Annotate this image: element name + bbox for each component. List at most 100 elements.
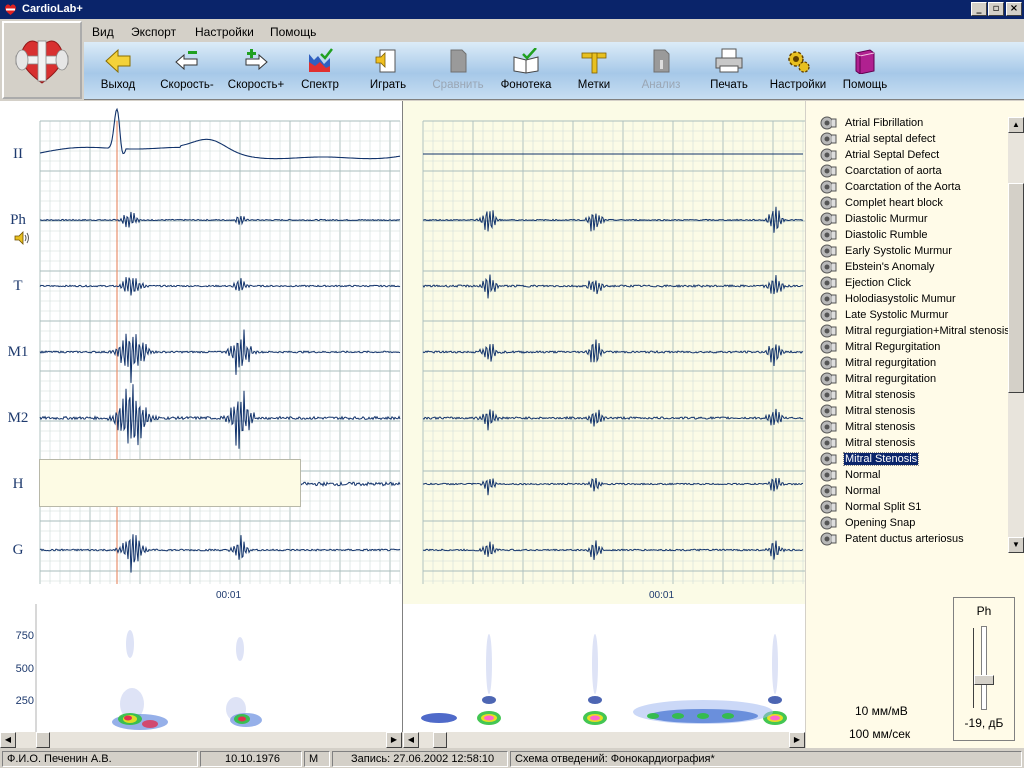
- scroll-right-arrow-2[interactable]: ▶: [789, 732, 805, 748]
- list-item[interactable]: Normal Split S1: [810, 499, 1010, 515]
- lead-label-t: T: [13, 278, 23, 294]
- scroll-left-arrow-2[interactable]: ◀: [403, 732, 419, 748]
- audio-file-icon: [820, 484, 837, 498]
- recordings-list[interactable]: Atrial Fibrillation Atrial septal defect A…: [810, 115, 1010, 553]
- list-item[interactable]: Mitral Regurgitation: [810, 339, 1010, 355]
- menu-settings[interactable]: Настройки: [195, 25, 254, 39]
- list-item[interactable]: Early Systolic Murmur: [810, 243, 1010, 259]
- list-item[interactable]: Opening Snap: [810, 515, 1010, 531]
- list-item[interactable]: Mitral regurgitation: [810, 355, 1010, 371]
- lead-label-ii: II: [13, 146, 23, 162]
- scroll-down-arrow[interactable]: ▼: [1008, 537, 1024, 553]
- list-item[interactable]: Coarctation of aorta: [810, 163, 1010, 179]
- exit-button[interactable]: Выход: [84, 48, 152, 98]
- speed-up-icon: [245, 49, 268, 71]
- minimize-button[interactable]: _: [971, 2, 987, 16]
- scroll-left-arrow[interactable]: ◀: [0, 732, 16, 748]
- scroll-thumb-right[interactable]: [433, 732, 447, 748]
- marks-button[interactable]: Метки: [562, 48, 626, 98]
- heart-logo-icon: [15, 40, 69, 84]
- list-item[interactable]: Holodiasystolic Mumur: [810, 291, 1010, 307]
- ecg-traces-right: [422, 120, 805, 584]
- settings-button[interactable]: Настройки: [762, 48, 834, 98]
- menu-view[interactable]: Вид: [92, 25, 114, 39]
- list-item[interactable]: Mitral stenosis: [810, 387, 1010, 403]
- audio-file-icon: [820, 404, 837, 418]
- close-button[interactable]: ×: [1006, 2, 1022, 16]
- hscroll-right[interactable]: ◀ ▶: [403, 732, 805, 748]
- list-item-label: Diastolic Murmur: [845, 213, 928, 225]
- list-item[interactable]: Atrial Fibrillation: [810, 115, 1010, 131]
- list-item[interactable]: Patent ductus arteriosus: [810, 531, 1010, 547]
- maximize-button[interactable]: ▫: [988, 2, 1004, 16]
- list-item[interactable]: Normal: [810, 467, 1010, 483]
- list-item[interactable]: Coarctation of the Aorta: [810, 179, 1010, 195]
- list-item-label: Mitral regurgiation+Mitral stenosis: [845, 325, 1010, 337]
- list-item[interactable]: Mitral stenosis: [810, 419, 1010, 435]
- audio-file-icon: [820, 276, 837, 290]
- volume-slider-thumb[interactable]: [974, 675, 994, 685]
- print-button[interactable]: Печать: [696, 48, 762, 98]
- list-item[interactable]: Mitral stenosis: [810, 435, 1010, 451]
- audio-file-icon: [820, 228, 837, 242]
- freq-label-250: 250: [15, 695, 34, 707]
- play-button[interactable]: Играть: [350, 48, 426, 98]
- toolbar: Выход Скорость- Скорость+ Спектр Играть: [84, 42, 1024, 100]
- window-title: CardioLab+: [22, 3, 83, 15]
- list-item-label: Diastolic Rumble: [845, 229, 928, 241]
- list-item[interactable]: Mitral regurgitation: [810, 371, 1010, 387]
- exit-arrow-icon: [105, 48, 131, 74]
- spectrum-panel-right[interactable]: [403, 604, 805, 732]
- list-item[interactable]: Diastolic Rumble: [810, 227, 1010, 243]
- list-scrollbar[interactable]: ▲ ▼: [1008, 117, 1024, 553]
- scroll-thumb-left[interactable]: [36, 732, 50, 748]
- list-item-label: Mitral regurgitation: [845, 373, 937, 385]
- list-item[interactable]: Atrial Septal Defect: [810, 147, 1010, 163]
- list-item[interactable]: Late Systolic Murmur: [810, 307, 1010, 323]
- menu-export[interactable]: Экспорт: [131, 25, 176, 39]
- scroll-up-arrow[interactable]: ▲: [1008, 117, 1024, 133]
- help-book-icon: [855, 49, 875, 74]
- audio-file-icon: [820, 372, 837, 386]
- spectral-energy: [697, 713, 709, 719]
- help-button[interactable]: Помощь: [834, 48, 896, 98]
- list-item[interactable]: Complet heart block: [810, 195, 1010, 211]
- analysis-button[interactable]: Анализ: [626, 48, 696, 98]
- ecg-panel-right[interactable]: [403, 101, 805, 604]
- hscroll-left[interactable]: ◀ ▶: [0, 732, 402, 748]
- audio-file-icon: [820, 468, 837, 482]
- speaker-icon[interactable]: [14, 231, 32, 248]
- spectral-energy: [482, 696, 496, 704]
- list-item[interactable]: Normal: [810, 483, 1010, 499]
- list-item[interactable]: Mitral stenosis: [810, 403, 1010, 419]
- audio-file-icon: [820, 164, 837, 178]
- audio-file-icon: [820, 148, 837, 162]
- speed-up-button[interactable]: Скорость+: [222, 48, 290, 98]
- audio-file-icon: [820, 260, 837, 274]
- lead-label-m1: M1: [7, 344, 29, 360]
- list-item[interactable]: Mitral regurgiation+Mitral stenosis: [810, 323, 1010, 339]
- status-bar: Ф.И.О. Печенин А.В. 10.10.1976 М Запись:…: [0, 750, 1024, 768]
- spectral-energy: [486, 634, 492, 694]
- scroll-right-arrow[interactable]: ▶: [386, 732, 402, 748]
- spectrum-panel-left[interactable]: [0, 604, 402, 732]
- amplitude-scale: 10 мм/мВ: [855, 704, 908, 718]
- panel-divider[interactable]: [402, 101, 403, 732]
- list-item[interactable]: Mitral Stenosis: [810, 451, 1010, 467]
- list-scroll-thumb[interactable]: [1008, 183, 1024, 393]
- list-item[interactable]: Ebstein's Anomaly: [810, 259, 1010, 275]
- list-item[interactable]: Atrial septal defect: [810, 131, 1010, 147]
- spectral-energy: [421, 713, 457, 723]
- speed-down-button[interactable]: Скорость-: [152, 48, 222, 98]
- spectrum-button[interactable]: Спектр: [290, 48, 350, 98]
- menu-help[interactable]: Помощь: [270, 25, 316, 39]
- app-heart-icon: [5, 4, 16, 15]
- lead-label-ph: Ph: [10, 212, 26, 228]
- ecg-panel-left[interactable]: [0, 101, 402, 604]
- list-item[interactable]: Ejection Click: [810, 275, 1010, 291]
- phonotheque-button[interactable]: Фонотека: [490, 48, 562, 98]
- selected-lead-highlight: [39, 459, 301, 507]
- list-item[interactable]: Diastolic Murmur: [810, 211, 1010, 227]
- compare-button[interactable]: Сравнить: [426, 48, 490, 98]
- volume-track[interactable]: [981, 626, 987, 710]
